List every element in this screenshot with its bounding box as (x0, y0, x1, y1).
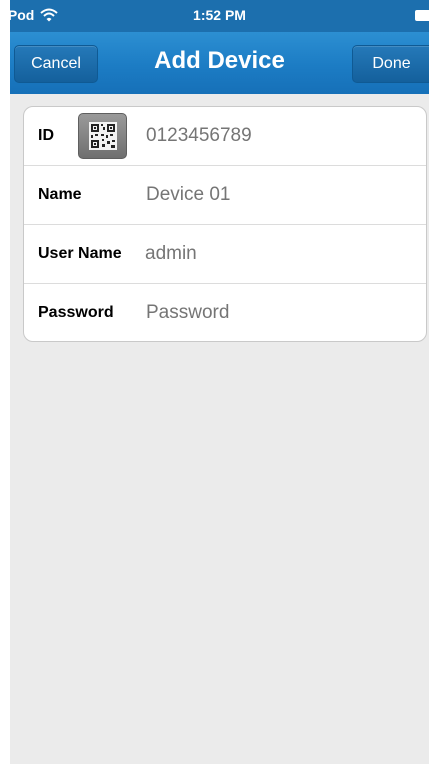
form-row-id: ID (24, 107, 426, 166)
status-time: 1:52 PM (193, 7, 246, 23)
user-name-input[interactable] (145, 225, 405, 283)
device-id-input[interactable] (146, 107, 406, 165)
password-input[interactable] (146, 284, 406, 341)
user-name-label: User Name (38, 245, 122, 262)
form-row-name: Name (24, 166, 426, 225)
form-row-user-name: User Name (24, 225, 426, 284)
battery-icon (415, 10, 429, 21)
id-label: ID (38, 127, 54, 144)
status-bar: iPod 1:52 PM (10, 0, 429, 32)
device-name-input[interactable] (146, 166, 406, 224)
done-button[interactable]: Done (352, 45, 429, 83)
navigation-bar: Cancel Add Device Done (10, 32, 429, 94)
add-device-screen: iPod 1:52 PM Cancel Add Device Done ID (10, 0, 429, 764)
password-label: Password (38, 304, 114, 321)
qr-code-icon (88, 122, 117, 150)
form-row-password: Password (24, 284, 426, 341)
device-form: ID Name Us (23, 106, 427, 342)
name-label: Name (38, 186, 82, 203)
qr-scan-button[interactable] (78, 113, 127, 159)
